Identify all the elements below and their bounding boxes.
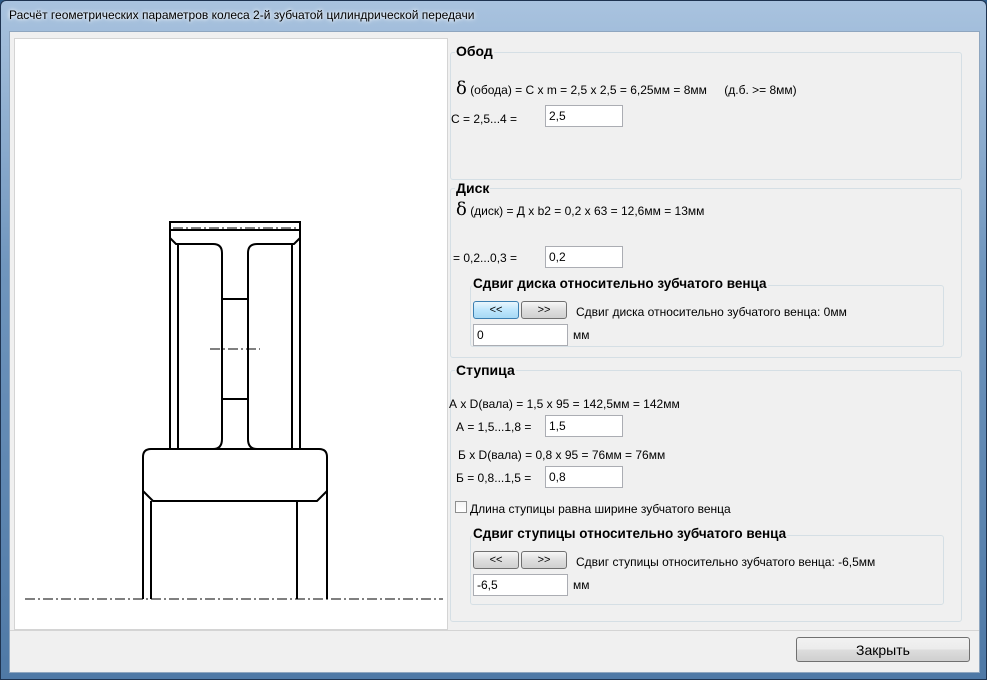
disc-d-input[interactable]	[545, 246, 623, 268]
disc-shift-unit: мм	[573, 328, 590, 342]
hub-group-title: Ступица	[455, 362, 516, 378]
hub-b-input[interactable]	[545, 466, 623, 488]
hub-shift-unit: мм	[573, 578, 590, 592]
hub-shift-input[interactable]	[473, 574, 568, 596]
rim-c-label: С = 2,5...4 =	[451, 112, 518, 126]
disc-formula-line: δ (диск) = Д х b2 = 0,2 х 63 = 12,6мм = …	[456, 199, 704, 220]
hub-a-input[interactable]	[545, 415, 623, 437]
footer-separator	[10, 630, 979, 631]
disc-shift-title: Сдвиг диска относительно зубчатого венца	[472, 276, 768, 291]
hub-length-checkbox-label[interactable]: Длина ступицы равна ширине зубчатого вен…	[470, 502, 731, 516]
rim-top-band	[169, 221, 301, 231]
rim-group-title: Обод	[455, 43, 494, 59]
hub-shift-status: Сдвиг ступицы относительно зубчатого вен…	[576, 555, 876, 569]
hub-length-checkbox[interactable]	[455, 501, 467, 513]
hub-a-label: А = 1,5...1,8 =	[456, 420, 532, 434]
hub-outer-walls	[142, 494, 328, 599]
disc-shift-left-button[interactable]: <<	[473, 301, 519, 319]
disc-shift-input[interactable]	[473, 324, 568, 346]
disc-formula: (диск) = Д х b2 = 0,2 х 63 = 12,6мм = 13…	[470, 204, 705, 218]
hub-formula-a: А х D(вала) = 1,5 х 95 = 142,5мм = 142мм	[449, 397, 680, 411]
hub-formula-b: Б х D(вала) = 0,8 х 95 = 76мм = 76мм	[458, 448, 666, 462]
window-title: Расчёт геометрических параметров колеса …	[9, 8, 475, 22]
hub-shift-title: Сдвиг ступицы относительно зубчатого вен…	[472, 526, 788, 541]
hub-top	[142, 448, 328, 494]
disc-shift-status: Сдвиг диска относительно зубчатого венца…	[576, 305, 847, 319]
rim-formula-line: δ (обода) = С х m = 2,5 х 2,5 = 6,25мм =…	[456, 78, 797, 99]
disc-shift-right-button[interactable]: >>	[521, 301, 567, 319]
disc-group-title: Диск	[455, 180, 491, 196]
close-button[interactable]: Закрыть	[796, 637, 970, 662]
rim-group	[450, 52, 962, 180]
left-pocket	[177, 243, 223, 450]
dialog-client-area: Обод δ (обода) = С х m = 2,5 х 2,5 = 6,2…	[9, 31, 980, 673]
title-bar: Расчёт геометрических параметров колеса …	[9, 8, 474, 26]
wheel-cross-section-drawing	[25, 221, 443, 600]
bore-walls	[150, 501, 298, 599]
rim-c-input[interactable]	[545, 105, 623, 127]
hub-b-label: Б = 0,8...1,5 =	[456, 471, 532, 485]
wheel-drawing-panel	[14, 38, 448, 630]
delta-symbol: δ	[456, 199, 467, 220]
rim-note: (д.б. >= 8мм)	[724, 83, 797, 97]
hub-shift-right-button[interactable]: >>	[521, 551, 567, 569]
delta-symbol: δ	[456, 78, 467, 99]
rim-outer-walls	[169, 230, 301, 449]
disc-d-label: = 0,2...0,3 =	[453, 251, 518, 265]
app-window: Расчёт геометрических параметров колеса …	[0, 0, 987, 680]
right-pocket	[247, 243, 293, 450]
hub-shift-left-button[interactable]: <<	[473, 551, 519, 569]
rim-formula: (обода) = С х m = 2,5 х 2,5 = 6,25мм = 8…	[470, 83, 707, 97]
hub-bottom-edge	[142, 490, 328, 502]
